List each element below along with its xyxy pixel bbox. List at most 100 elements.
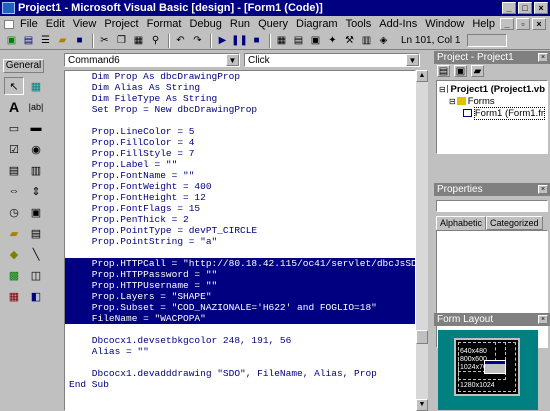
code-line[interactable]: Prop.FillColor = 4 [65, 137, 415, 148]
data-view-icon[interactable]: ▥ [359, 34, 374, 48]
tree-item-forms[interactable]: ⊟ Forms [439, 95, 545, 107]
menu-window[interactable]: Window [421, 18, 468, 30]
menu-edit[interactable]: Edit [42, 18, 69, 30]
maximize-button[interactable]: □ [518, 2, 532, 14]
break-icon[interactable]: ❚❚ [231, 34, 248, 48]
dbcocx-icon[interactable]: ◧ [26, 287, 46, 305]
menu-debug[interactable]: Debug [185, 18, 225, 30]
visual-component-manager-icon[interactable]: ◈ [376, 34, 391, 48]
add-project-icon[interactable]: ▣ [4, 34, 19, 48]
code-line[interactable]: Dbcocx1.devadddrawing "SDO", FileName, A… [65, 368, 415, 379]
combobox-icon[interactable]: ▤ [4, 161, 24, 179]
filelistbox-icon[interactable]: ▤ [26, 224, 46, 242]
close-button[interactable]: × [534, 2, 548, 14]
redo-icon[interactable]: ↷ [190, 34, 205, 48]
line-icon[interactable]: ╲ [26, 245, 46, 263]
menu-view[interactable]: View [69, 18, 101, 30]
timer-icon[interactable]: ◷ [4, 203, 24, 221]
code-line[interactable]: Alias = "" [65, 346, 415, 357]
object-browser-icon[interactable]: ✦ [325, 34, 340, 48]
cut-icon[interactable]: ✂ [97, 34, 112, 48]
code-line[interactable]: Prop.PointString = "a" [65, 236, 415, 247]
code-line[interactable]: Dim Alias As String [65, 82, 415, 93]
code-line[interactable]: Prop.HTTPPassword = "" [65, 269, 415, 280]
mdi-minimize-button[interactable]: _ [500, 18, 514, 30]
minimize-button[interactable]: _ [502, 2, 516, 14]
code-line[interactable]: Dbcocx1.devsetbkgcolor 248, 191, 56 [65, 335, 415, 346]
commandbutton-icon[interactable]: ▬ [26, 119, 46, 137]
menu-file[interactable]: File [16, 18, 42, 30]
object-combo[interactable]: Command6 ▼ [64, 53, 240, 67]
vb-app-icon[interactable] [2, 2, 15, 14]
close-icon[interactable]: × [538, 185, 548, 194]
hscrollbar-icon[interactable]: ⇔ [4, 182, 24, 200]
menu-run[interactable]: Run [226, 18, 254, 30]
procedure-combo[interactable]: Click ▼ [244, 53, 420, 67]
view-object-icon[interactable]: ▣ [454, 65, 467, 77]
end-icon[interactable]: ■ [249, 34, 264, 48]
code-line[interactable]: Prop.PenThick = 2 [65, 214, 415, 225]
image-icon[interactable]: ▩ [4, 266, 24, 284]
close-icon[interactable]: × [538, 315, 548, 324]
copy-icon[interactable]: ❐ [114, 34, 129, 48]
properties-window-icon[interactable]: ▤ [291, 34, 306, 48]
toolbox-icon[interactable]: ⚒ [342, 34, 357, 48]
code-line[interactable] [65, 357, 415, 368]
chevron-down-icon[interactable]: ▼ [406, 54, 419, 66]
tree-item-project[interactable]: ⊟ Project1 (Project1.vb [439, 83, 545, 95]
mdi-close-button[interactable]: × [532, 18, 546, 30]
code-line[interactable]: Prop.LineColor = 5 [65, 126, 415, 137]
frame-icon[interactable]: ▭ [4, 119, 24, 137]
tree-item-form1[interactable]: Form1 (Form1.fr [439, 106, 545, 120]
mdi-restore-button[interactable]: ▫ [516, 18, 530, 30]
code-editor[interactable]: Dim Prop As dbcDrawingProp Dim Alias As … [64, 70, 416, 411]
find-icon[interactable]: ⚲ [148, 34, 163, 48]
code-line[interactable]: Set Prop = New dbcDrawingProp [65, 104, 415, 115]
shape-icon[interactable]: ◆ [4, 245, 24, 263]
menu-project[interactable]: Project [100, 18, 142, 30]
code-line[interactable] [65, 324, 415, 335]
code-line[interactable] [65, 115, 415, 126]
code-line[interactable]: End Sub [65, 379, 415, 390]
menu-diagram[interactable]: Diagram [292, 18, 342, 30]
menu-query[interactable]: Query [254, 18, 292, 30]
close-icon[interactable]: × [538, 53, 548, 62]
ole-icon[interactable]: ▦ [4, 287, 24, 305]
menu-add-ins[interactable]: Add-Ins [375, 18, 421, 30]
picturebox-icon[interactable]: ▦ [26, 77, 46, 95]
code-line[interactable]: Prop.Subset = "COD_NAZIONALE='H622' and … [65, 302, 415, 313]
code-line[interactable]: Dim FileType As String [65, 93, 415, 104]
code-line[interactable]: Prop.FontName = "" [65, 170, 415, 181]
pointer-icon[interactable]: ↖ [4, 77, 24, 95]
checkbox-icon[interactable]: ☑ [4, 140, 24, 158]
label-icon[interactable]: A [4, 98, 24, 116]
code-line[interactable]: Prop.FontWeight = 400 [65, 181, 415, 192]
menu-help[interactable]: Help [468, 18, 499, 30]
tab-categorized[interactable]: Categorized [486, 216, 543, 230]
menu-tools[interactable]: Tools [342, 18, 376, 30]
listbox-icon[interactable]: ▥ [26, 161, 46, 179]
toolbox-tab-general[interactable]: General [3, 59, 44, 73]
undo-icon[interactable]: ↶ [173, 34, 188, 48]
drivelistbox-icon[interactable]: ▣ [26, 203, 46, 221]
add-form-icon[interactable]: ▤ [21, 34, 36, 48]
form-position-preview[interactable] [484, 360, 506, 374]
start-icon[interactable]: ▶ [215, 34, 230, 48]
save-project-icon[interactable]: ■ [72, 34, 87, 48]
code-vertical-scrollbar[interactable]: ▲ ▼ [416, 70, 428, 411]
scroll-up-arrow[interactable]: ▲ [416, 70, 428, 82]
menu-format[interactable]: Format [143, 18, 186, 30]
menu-editor-icon[interactable]: ☰ [38, 34, 53, 48]
project-explorer-icon[interactable]: ▦ [274, 34, 289, 48]
scroll-thumb[interactable] [416, 330, 428, 344]
code-line[interactable] [65, 247, 415, 258]
code-line[interactable]: Prop.Label = "" [65, 159, 415, 170]
dirlistbox-icon[interactable]: ▰ [4, 224, 24, 242]
vscrollbar-icon[interactable]: ⇕ [26, 182, 46, 200]
paste-icon[interactable]: ▦ [131, 34, 146, 48]
code-line[interactable]: FileName = "WACPOPA" [65, 313, 415, 324]
scroll-down-arrow[interactable]: ▼ [416, 399, 428, 411]
code-line[interactable]: Prop.HTTPUsername = "" [65, 280, 415, 291]
view-code-icon[interactable]: ▤ [437, 65, 450, 77]
optionbutton-icon[interactable]: ◉ [26, 140, 46, 158]
